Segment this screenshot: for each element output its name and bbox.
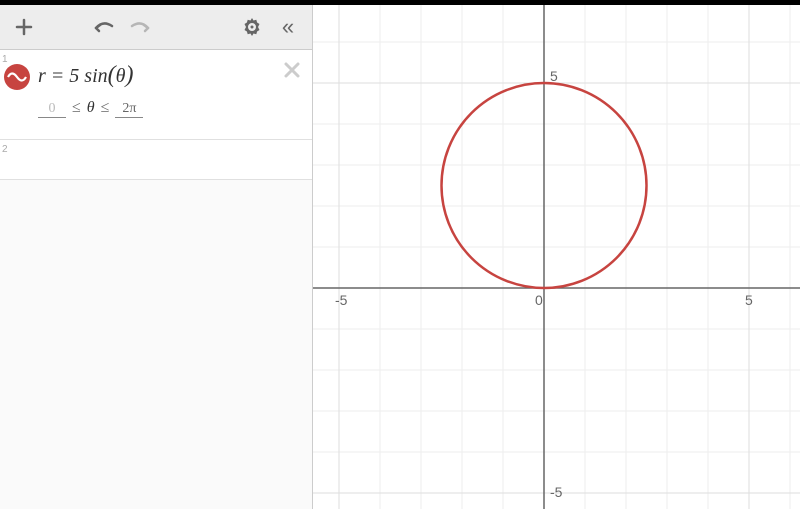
graph-area[interactable]: -5 0 5 5 -5 [313,5,800,509]
settings-button[interactable] [236,11,268,43]
domain-min-input[interactable] [38,101,66,118]
wave-icon [4,64,30,90]
redo-icon [129,20,151,34]
expression-sidebar: 1 r = 5 sin(θ) ≤ θ ≤ 2π [0,50,313,509]
delete-expression-button[interactable] [282,60,302,85]
domain-restriction: ≤ θ ≤ 2π [38,99,304,118]
x-tick-label: -5 [335,292,348,308]
chevron-left-double-icon: « [282,14,294,40]
equation-text: r = 5 sin(θ) [38,62,304,89]
close-icon [282,60,302,80]
row-index: 1 [2,54,8,65]
x-tick-label: 0 [535,292,543,308]
add-button[interactable] [8,11,40,43]
undo-button[interactable] [88,11,120,43]
gear-icon [242,17,262,37]
expression-row-empty[interactable]: 2 [0,140,312,180]
undo-icon [93,20,115,34]
graph-canvas: -5 0 5 5 -5 [313,5,800,509]
leq-symbol: ≤ [72,99,81,117]
toolbar: « [0,5,313,50]
domain-var: θ [87,99,95,117]
row-index: 2 [2,144,8,155]
domain-max-input[interactable]: 2π [115,101,143,118]
collapse-button[interactable]: « [272,11,304,43]
expression-row[interactable]: 1 r = 5 sin(θ) ≤ θ ≤ 2π [0,50,312,140]
y-tick-label: -5 [550,484,563,500]
leq-symbol: ≤ [101,99,110,117]
plus-icon [15,18,33,36]
redo-button[interactable] [124,11,156,43]
x-tick-label: 5 [745,292,753,308]
y-tick-label: 5 [550,68,558,84]
expression-content[interactable]: r = 5 sin(θ) ≤ θ ≤ 2π [34,50,312,139]
